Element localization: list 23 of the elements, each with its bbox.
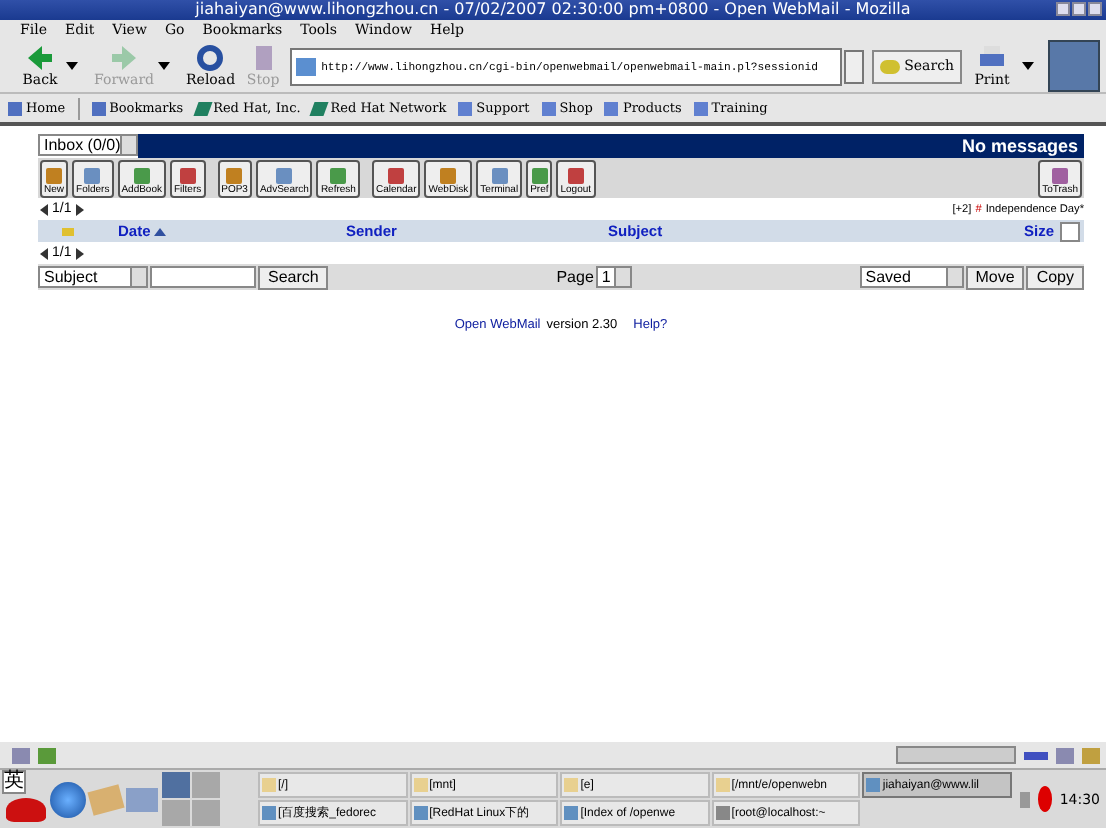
hat-icon[interactable] xyxy=(6,797,46,821)
window-title: jiahaiyan@www.lihongzhou.cn - 07/02/2007 02:30:00 pm+0800 - Open WebMail - Mozilla xyxy=(195,0,911,20)
page-select[interactable]: 1 xyxy=(595,266,632,288)
folder-select[interactable]: Saved xyxy=(859,266,964,288)
folder-select[interactable]: Inbox (0/0) xyxy=(38,134,138,156)
dropdown-arrow-icon[interactable] xyxy=(1022,62,1034,70)
status-text: No messages xyxy=(961,136,1078,156)
page-label: Page xyxy=(556,268,594,286)
workspace-pager[interactable] xyxy=(162,772,220,826)
search-field-select[interactable]: Subject xyxy=(38,266,148,288)
search-input[interactable] xyxy=(150,266,256,288)
dropdown-arrow-icon[interactable] xyxy=(66,62,78,70)
move-button[interactable]: Move xyxy=(965,265,1025,289)
copy-button[interactable]: Copy xyxy=(1026,265,1085,289)
search-button[interactable]: Search xyxy=(258,265,329,289)
select-all-checkbox[interactable] xyxy=(1060,221,1080,241)
reload-icon xyxy=(194,44,227,72)
globe-icon[interactable] xyxy=(50,781,86,817)
record-icon[interactable] xyxy=(1037,786,1052,812)
back-arrow-icon xyxy=(24,44,56,72)
forward-arrow-icon xyxy=(108,44,141,72)
input-method-indicator[interactable]: 英 xyxy=(2,770,26,794)
sort-arrow-icon xyxy=(154,227,167,235)
